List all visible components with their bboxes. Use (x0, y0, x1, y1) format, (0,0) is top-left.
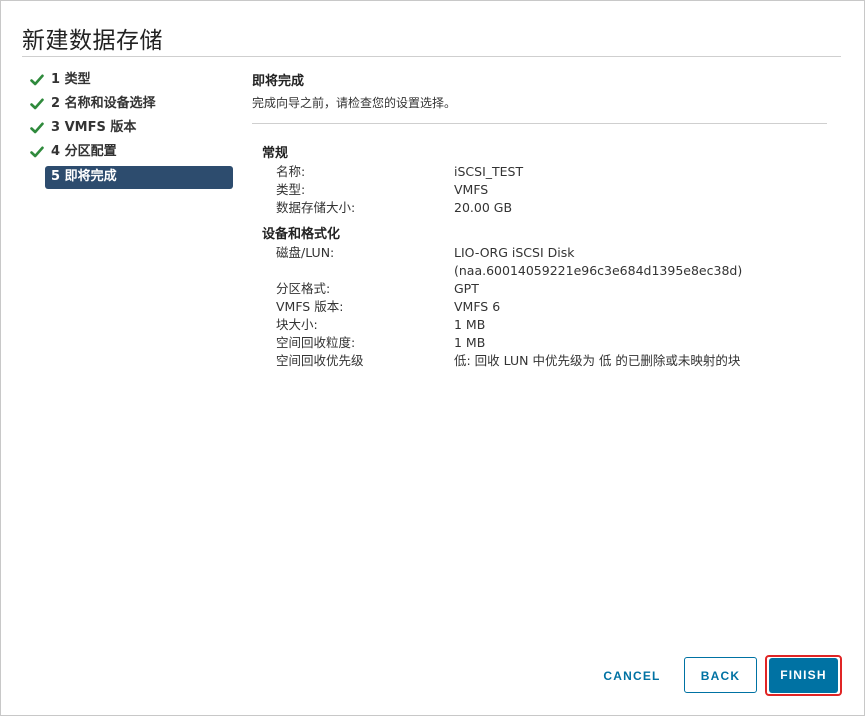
row-value: VMFS 6 (454, 299, 501, 314)
check-icon (30, 122, 44, 134)
row-key: 名称: (276, 164, 306, 179)
title-divider (22, 56, 841, 57)
row-value: (naa.60014059221e96c3e684d1395e8ec38d) (454, 263, 743, 278)
device-format-section: 设备和格式化 磁盘/LUN: LIO-ORG iSCSI Disk (naa.6… (262, 226, 827, 370)
row-key (262, 262, 454, 280)
row-key: 空间回收优先级 (276, 353, 364, 368)
detail-row: 类型: VMFS (262, 181, 827, 199)
cancel-button[interactable]: CANCEL (597, 658, 667, 694)
check-icon (30, 74, 44, 86)
step-vmfs-version[interactable]: 3 VMFS 版本 (29, 117, 235, 141)
row-key: 数据存储大小: (276, 200, 356, 215)
check-icon (30, 146, 44, 158)
detail-row: 名称: iSCSI_TEST (262, 163, 827, 181)
check-icon (30, 98, 44, 110)
review-heading: 即将完成 (252, 74, 305, 89)
row-value: 低: 回收 LUN 中优先级为 低 的已删除或未映射的块 (454, 353, 741, 368)
row-key: 空间回收粒度: (276, 335, 356, 350)
row-value: VMFS (454, 182, 489, 197)
wizard-steps: 1 类型 2 名称和设备选择 3 VMFS 版本 4 分区配置 5 即将完成 (29, 69, 235, 189)
detail-row: 块大小: 1 MB (262, 316, 827, 334)
section-title: 常规 (262, 146, 289, 161)
row-key: 磁盘/LUN: (276, 245, 335, 260)
row-key: 块大小: (276, 317, 318, 332)
content-divider (252, 123, 827, 124)
step-name-device[interactable]: 2 名称和设备选择 (29, 93, 235, 117)
general-section: 常规 名称: iSCSI_TEST 类型: VMFS 数据存储大小: 20.00… (262, 145, 827, 217)
row-value: LIO-ORG iSCSI Disk (454, 245, 575, 260)
step-label: 5 即将完成 (51, 169, 117, 184)
row-key: 类型: (276, 182, 306, 197)
step-label: 2 名称和设备选择 (51, 96, 156, 111)
finish-button[interactable]: FINISH (769, 658, 838, 693)
row-value: iSCSI_TEST (454, 164, 524, 179)
back-button[interactable]: BACK (684, 657, 757, 693)
step-label: 4 分区配置 (51, 144, 117, 159)
row-value: 1 MB (454, 335, 486, 350)
detail-row: 磁盘/LUN: LIO-ORG iSCSI Disk (262, 244, 827, 262)
review-panel: 即将完成 完成向导之前，请检查您的设置选择。 常规 名称: iSCSI_TEST… (252, 73, 827, 370)
review-subtitle: 完成向导之前，请检查您的设置选择。 (252, 96, 457, 110)
new-datastore-dialog: 新建数据存储 1 类型 2 名称和设备选择 3 VMFS 版本 4 分区配置 5… (0, 0, 865, 716)
dialog-title: 新建数据存储 (22, 28, 163, 54)
step-label: 1 类型 (51, 72, 91, 87)
detail-row: (naa.60014059221e96c3e684d1395e8ec38d) (262, 262, 827, 280)
detail-row: 空间回收粒度: 1 MB (262, 334, 827, 352)
row-key: VMFS 版本: (276, 299, 344, 314)
step-partition[interactable]: 4 分区配置 (29, 141, 235, 165)
step-ready-to-complete[interactable]: 5 即将完成 (45, 166, 233, 189)
step-label: 3 VMFS 版本 (51, 120, 137, 135)
row-value: GPT (454, 281, 479, 296)
section-title: 设备和格式化 (262, 227, 341, 242)
detail-row: VMFS 版本: VMFS 6 (262, 298, 827, 316)
detail-row: 分区格式: GPT (262, 280, 827, 298)
step-type[interactable]: 1 类型 (29, 69, 235, 93)
row-value: 1 MB (454, 317, 486, 332)
detail-row: 数据存储大小: 20.00 GB (262, 199, 827, 217)
detail-row: 空间回收优先级 低: 回收 LUN 中优先级为 低 的已删除或未映射的块 (262, 352, 827, 370)
row-value: 20.00 GB (454, 200, 513, 215)
row-key: 分区格式: (276, 281, 331, 296)
